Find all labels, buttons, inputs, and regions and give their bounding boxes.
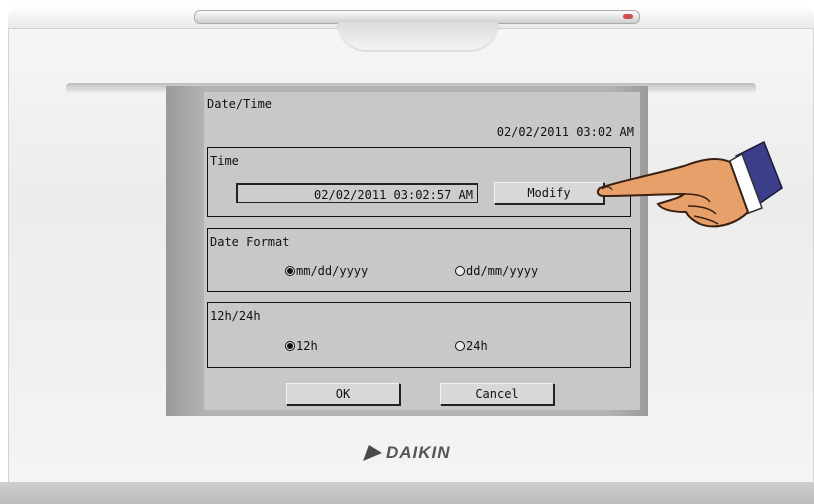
radio-hour-format-12h[interactable]: 12h (285, 339, 318, 353)
radio-hour-format-24h[interactable]: 24h (455, 339, 488, 353)
radio-unselected-icon (455, 266, 465, 276)
hour-format-group-label: 12h/24h (210, 309, 261, 323)
housing-top-bump (338, 22, 498, 50)
radio-label: 24h (466, 339, 488, 353)
ok-button[interactable]: OK (286, 383, 400, 405)
housing-base (0, 482, 814, 504)
daikin-mark-icon (363, 445, 385, 461)
date-format-group-label: Date Format (210, 235, 290, 249)
radio-label: mm/dd/yyyy (296, 264, 369, 278)
time-group: Time 02/02/2011 03:02:57 AM Modify (207, 147, 631, 217)
touch-screen: Date/Time 02/02/2011 03:02 AM Time 02/02… (204, 92, 640, 410)
brand-logo: DAIKIN (363, 442, 451, 464)
page-title: Date/Time (207, 97, 273, 111)
brand-name: DAIKIN (386, 443, 451, 462)
radio-date-format-mmddyyyy[interactable]: mm/dd/yyyy (285, 264, 368, 278)
radio-label: 12h (296, 339, 318, 353)
time-field[interactable]: 02/02/2011 03:02:57 AM (236, 183, 478, 203)
pointing-hand-icon (596, 140, 783, 228)
time-group-label: Time (210, 154, 239, 168)
radio-unselected-icon (455, 341, 465, 351)
stylus-tip (623, 14, 633, 19)
cancel-button[interactable]: Cancel (440, 383, 554, 405)
modify-button[interactable]: Modify (494, 182, 604, 204)
radio-date-format-ddmmyyyy[interactable]: dd/mm/yyyy (455, 264, 538, 278)
radio-selected-icon (285, 341, 295, 351)
radio-label: dd/mm/yyyy (466, 264, 539, 278)
date-format-group: Date Format mm/dd/yyyy dd/mm/yyyy (207, 228, 631, 292)
radio-selected-icon (285, 266, 295, 276)
hour-format-group: 12h/24h 12h 24h (207, 302, 631, 368)
